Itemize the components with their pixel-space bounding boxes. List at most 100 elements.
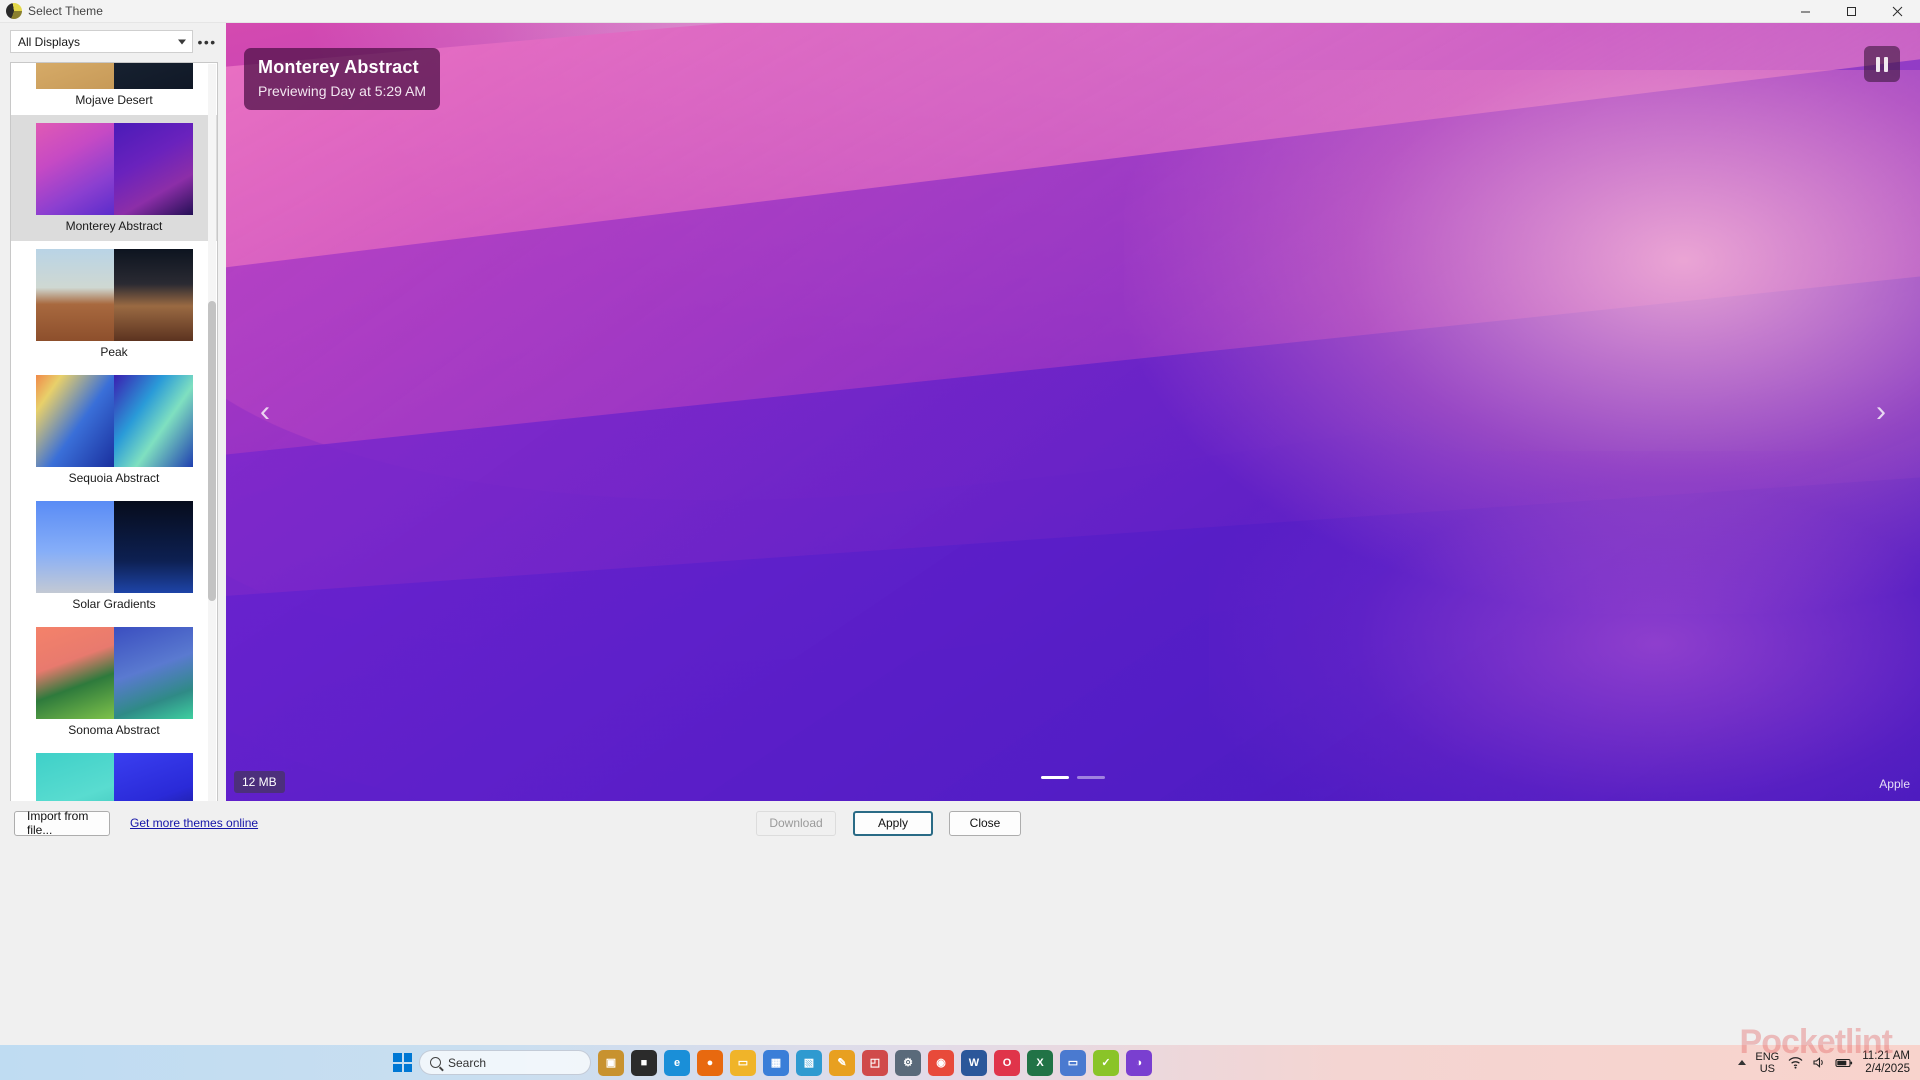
theme-list-scrollbar[interactable] (208, 64, 216, 821)
pause-button[interactable] (1864, 46, 1900, 82)
theme-thumbnail (36, 123, 193, 215)
start-tile-2 (404, 1053, 413, 1062)
photos-app[interactable]: ◰ (862, 1050, 888, 1076)
theme-thumbnail (36, 249, 193, 341)
windows-taskbar: Search ▣ ■ e ● ▭ ▦ ▧ ✎ ◰ ⚙ ◉ WOX ▭ ✓ ◑ ENG US (0, 1045, 1920, 1080)
chevron-down-icon (178, 39, 186, 44)
clock-date: 2/4/2025 (1862, 1063, 1910, 1076)
theme-app[interactable]: ◑ (1126, 1050, 1152, 1076)
get-more-themes-link[interactable]: Get more themes online (130, 816, 258, 830)
show-hidden-icons-icon[interactable] (1738, 1060, 1746, 1065)
store-app[interactable]: ▧ (796, 1050, 822, 1076)
dialog-action-bar: Import from file... Get more themes onli… (0, 801, 1920, 845)
theme-item-label: Monterey Abstract (66, 219, 163, 233)
wifi-icon[interactable] (1788, 1056, 1803, 1069)
taskbar-search[interactable]: Search (419, 1050, 591, 1075)
apply-button[interactable]: Apply (853, 811, 933, 836)
theme-thumbnail (36, 62, 193, 89)
file-explorer[interactable]: ▭ (730, 1050, 756, 1076)
close-dialog-button[interactable]: Close (949, 811, 1021, 836)
volume-icon[interactable] (1812, 1056, 1826, 1069)
theme-picker-window: Select Theme All Displays ••• Mojave Des… (0, 0, 1920, 1080)
theme-list-item[interactable]: Peak (11, 241, 217, 367)
taskbar-clock[interactable]: 11:21 AM 2/4/2025 (1862, 1050, 1910, 1076)
previous-wallpaper-button[interactable]: ‹ (248, 387, 282, 437)
excel-app[interactable]: X (1027, 1050, 1053, 1076)
theme-list-item[interactable]: Sonoma Abstract (11, 619, 217, 745)
maximize-button[interactable] (1828, 0, 1874, 23)
notes-app[interactable]: ✎ (829, 1050, 855, 1076)
theme-thumbnail-dark (114, 375, 193, 467)
opera-browser[interactable]: O (994, 1050, 1020, 1076)
start-tile-4 (404, 1064, 413, 1073)
next-wallpaper-button[interactable]: › (1864, 387, 1898, 437)
theme-thumbnail-dark (114, 249, 193, 341)
start-button-icon[interactable] (393, 1053, 412, 1072)
start-tile-1 (393, 1053, 402, 1062)
taskbar-app-group: ▣ ■ e ● ▭ ▦ ▧ ✎ ◰ ⚙ ◉ WOX ▭ ✓ ◑ (598, 1050, 1152, 1076)
display-select[interactable]: All Displays (10, 30, 193, 53)
settings-app[interactable]: ⚙ (895, 1050, 921, 1076)
preview-info-banner: Monterey Abstract Previewing Day at 5:29… (244, 48, 440, 110)
theme-list-item[interactable]: Monterey Abstract (11, 115, 217, 241)
wallpaper-image (226, 23, 1920, 801)
start-tile-3 (393, 1064, 402, 1073)
theme-thumbnail-dark (114, 62, 193, 89)
theme-thumbnail (36, 375, 193, 467)
theme-thumbnail (36, 627, 193, 719)
theme-thumbnail-dark (114, 123, 193, 215)
theme-list[interactable]: Mojave Desert Monterey Abstract Peak Sequoi… (10, 62, 218, 821)
minimize-button[interactable] (1782, 0, 1828, 23)
pause-icon-bar-left (1876, 57, 1880, 72)
theme-thumbnail-light (36, 627, 115, 719)
battery-icon[interactable] (1835, 1057, 1853, 1069)
word-app[interactable]: W (961, 1050, 987, 1076)
search-icon (430, 1057, 441, 1068)
theme-app-icon (6, 3, 22, 19)
pause-icon-bar-right (1884, 57, 1888, 72)
preview-theme-title: Monterey Abstract (258, 57, 426, 78)
language-bottom: US (1755, 1063, 1779, 1075)
theme-list-item[interactable]: Mojave Desert (11, 62, 217, 115)
theme-item-label: Sonoma Abstract (68, 723, 159, 737)
camera-app[interactable]: ▣ (598, 1050, 624, 1076)
clock-time: 11:21 AM (1862, 1050, 1910, 1063)
theme-thumbnail-light (36, 123, 115, 215)
pagination-dot[interactable] (1041, 776, 1069, 779)
theme-item-label: Solar Gradients (72, 597, 155, 611)
chrome-browser[interactable]: ◉ (928, 1050, 954, 1076)
edge-browser[interactable]: e (664, 1050, 690, 1076)
system-tray: ENG US 11:21 AM 2/4/2025 (1738, 1050, 1910, 1076)
theme-list-body: Mojave Desert Monterey Abstract Peak Sequoi… (11, 62, 217, 821)
theme-thumbnail-dark (114, 627, 193, 719)
display-select-value: All Displays (11, 35, 80, 49)
theme-list-item[interactable]: Solar Gradients (11, 493, 217, 619)
wallpaper-pagination-dots[interactable] (1041, 776, 1105, 779)
window-titlebar: Select Theme (0, 0, 1920, 23)
download-button[interactable]: Download (756, 811, 836, 836)
more-options-button[interactable]: ••• (196, 31, 218, 53)
display-app[interactable]: ▭ (1060, 1050, 1086, 1076)
calculator-app[interactable]: ▦ (763, 1050, 789, 1076)
check-app[interactable]: ✓ (1093, 1050, 1119, 1076)
theme-thumbnail-light (36, 375, 115, 467)
theme-thumbnail-light (36, 501, 115, 593)
terminal-app[interactable]: ■ (631, 1050, 657, 1076)
theme-thumbnail-light (36, 249, 115, 341)
theme-thumbnail (36, 501, 193, 593)
search-placeholder: Search (448, 1056, 486, 1070)
theme-list-item[interactable]: Sequoia Abstract (11, 367, 217, 493)
display-selector-row: All Displays ••• (10, 30, 218, 53)
theme-list-scroll-thumb[interactable] (208, 301, 216, 601)
preview-theme-subtitle: Previewing Day at 5:29 AM (258, 83, 426, 99)
close-button[interactable] (1874, 0, 1920, 23)
theme-sidebar: All Displays ••• Mojave Desert Monterey A… (0, 23, 226, 801)
pagination-dot[interactable] (1077, 776, 1105, 779)
import-from-file-button[interactable]: Import from file... (14, 811, 110, 836)
language-indicator[interactable]: ENG US (1755, 1051, 1779, 1075)
wallpaper-source-badge: Apple (1879, 777, 1910, 791)
theme-item-label: Peak (100, 345, 127, 359)
theme-thumbnail-dark (114, 501, 193, 593)
firefox-browser[interactable]: ● (697, 1050, 723, 1076)
language-top: ENG (1755, 1051, 1779, 1063)
